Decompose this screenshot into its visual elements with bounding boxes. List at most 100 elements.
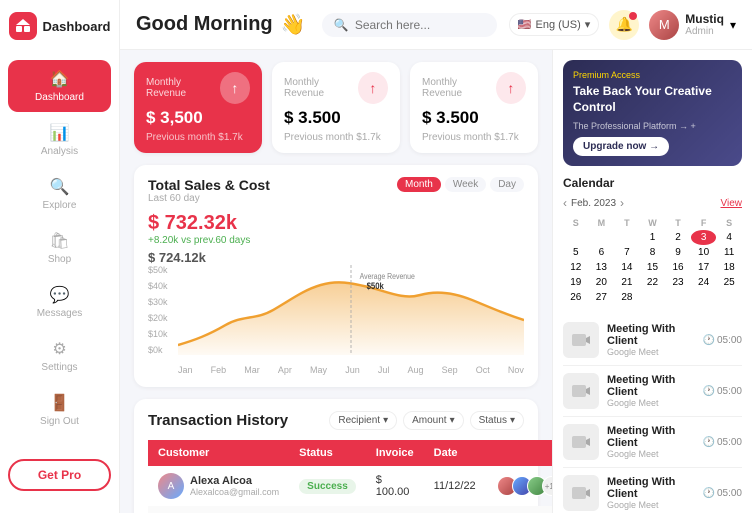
calendar-day[interactable]: 17: [691, 260, 717, 275]
x-label-feb: Feb: [211, 365, 227, 375]
calendar-day[interactable]: 4: [716, 230, 742, 245]
calendar-day[interactable]: 15: [640, 260, 666, 275]
meeting-time: 🕐 05:00: [703, 488, 742, 499]
header-actions: 🇺🇸 Eng (US) ▾ 🔔 M Mustiq Admin ▾: [509, 10, 736, 40]
notification-button[interactable]: 🔔: [609, 10, 639, 40]
calendar-day[interactable]: 7: [614, 245, 640, 260]
meeting-info: Meeting With Client Google Meet: [607, 425, 695, 459]
cal-prev-button[interactable]: ‹: [563, 196, 567, 210]
calendar-day[interactable]: 2: [665, 230, 691, 245]
calendar-day[interactable]: 6: [589, 245, 615, 260]
calendar-view-link[interactable]: View: [721, 198, 743, 209]
chart-tab-week[interactable]: Week: [445, 177, 486, 192]
customer-cell: A Alexa Alcoa Alexalcoa@gmail.com: [148, 506, 289, 513]
language-button[interactable]: 🇺🇸 Eng (US) ▾: [509, 13, 599, 36]
calendar-day[interactable]: 14: [614, 260, 640, 275]
calendar-day[interactable]: 24: [691, 275, 717, 290]
calendar-day[interactable]: 22: [640, 275, 666, 290]
calendar-day[interactable]: 21: [614, 275, 640, 290]
x-label-oct: Oct: [476, 365, 490, 375]
calendar-day[interactable]: 13: [589, 260, 615, 275]
filter-status[interactable]: Status ▾: [470, 411, 524, 430]
calendar-day[interactable]: 11: [716, 245, 742, 260]
content: Monthly Revenue ↑ $ 3,500 Previous month…: [120, 50, 752, 513]
meeting-item[interactable]: Meeting With Client Google Meet 🕐 05:00: [563, 468, 742, 513]
calendar-month: ‹ Feb. 2023 ›: [563, 196, 624, 210]
calendar-day[interactable]: 3: [691, 230, 717, 245]
meeting-info: Meeting With Client Google Meet: [607, 323, 695, 357]
page-title: Good Morning 👋: [136, 12, 310, 37]
sidebar-item-shop[interactable]: 🛍 Shop: [8, 222, 111, 274]
meeting-title: Meeting With Client: [607, 425, 695, 449]
y-label-3: $20k: [148, 313, 176, 323]
calendar-day[interactable]: 25: [716, 275, 742, 290]
col-invoice: Invoice: [366, 440, 424, 466]
greeting-emoji: 👋: [281, 12, 306, 37]
meeting-info: Meeting With Client Google Meet: [607, 374, 695, 408]
sidebar-item-explore[interactable]: 🔍 Explore: [8, 168, 111, 220]
sidebar-item-analysis[interactable]: 📊 Analysis: [8, 114, 111, 166]
meeting-title: Meeting With Client: [607, 476, 695, 500]
sidebar-item-settings[interactable]: ⚙ Settings: [8, 330, 111, 382]
meetings-section: Meeting With Client Google Meet 🕐 05:00 …: [563, 315, 742, 513]
x-label-apr: Apr: [278, 365, 292, 375]
transaction-section: Transaction History Recipient ▾ Amount ▾…: [134, 399, 538, 513]
meeting-item[interactable]: Meeting With Client Google Meet 🕐 05:00: [563, 417, 742, 468]
meeting-title: Meeting With Client: [607, 323, 695, 347]
filter-recipient[interactable]: Recipient ▾: [329, 411, 397, 430]
col-avatars: [487, 440, 553, 466]
cal-day-s1: S: [563, 216, 589, 230]
premium-banner: Premium Access Take Back Your Creative C…: [563, 60, 742, 166]
calendar-day[interactable]: 1: [640, 230, 666, 245]
user-menu[interactable]: M Mustiq Admin ▾: [649, 10, 736, 40]
customer-name: Alexa Alcoa: [190, 475, 279, 487]
chart-svg: Average Revenue $50k: [178, 265, 524, 355]
x-label-may: May: [310, 365, 327, 375]
search-input[interactable]: [355, 18, 485, 32]
calendar-day[interactable]: 9: [665, 245, 691, 260]
calendar-day[interactable]: 26: [563, 290, 589, 305]
sidebar-nav: 🏠 Dashboard 📊 Analysis 🔍 Explore 🛍 Shop …: [0, 58, 119, 459]
meeting-info: Meeting With Client Google Meet: [607, 476, 695, 510]
filter-recipient-chevron-icon: ▾: [383, 415, 388, 426]
calendar-day[interactable]: 8: [640, 245, 666, 260]
user-menu-chevron-icon: ▾: [730, 18, 736, 32]
chart-tab-month[interactable]: Month: [397, 177, 441, 192]
calendar-week-row: 1234: [563, 230, 742, 245]
meeting-item[interactable]: Meeting With Client Google Meet 🕐 05:00: [563, 366, 742, 417]
cal-next-button[interactable]: ›: [620, 196, 624, 210]
calendar-day[interactable]: 28: [614, 290, 640, 305]
customer-email: Alexalcoa@gmail.com: [190, 487, 279, 497]
meeting-item[interactable]: Meeting With Client Google Meet 🕐 05:00: [563, 315, 742, 366]
user-info: Mustiq Admin: [685, 12, 724, 37]
calendar-day[interactable]: 16: [665, 260, 691, 275]
calendar-day[interactable]: 19: [563, 275, 589, 290]
calendar-day[interactable]: 12: [563, 260, 589, 275]
sidebar-item-dashboard[interactable]: 🏠 Dashboard: [8, 60, 111, 112]
calendar-day[interactable]: 20: [589, 275, 615, 290]
header: Good Morning 👋 🔍 🇺🇸 Eng (US) ▾ 🔔 M Musti…: [120, 0, 752, 50]
x-label-jul: Jul: [378, 365, 390, 375]
calendar-day[interactable]: 10: [691, 245, 717, 260]
metric-icon-2: ↑: [496, 72, 526, 104]
get-pro-button[interactable]: Get Pro: [8, 459, 111, 491]
sidebar-item-signout[interactable]: 🚪 Sign Out: [8, 384, 111, 436]
search-bar[interactable]: 🔍: [322, 13, 497, 37]
calendar-day: [665, 290, 691, 305]
upgrade-button[interactable]: Upgrade now →: [573, 137, 669, 156]
filter-amount[interactable]: Amount ▾: [403, 411, 464, 430]
customer-avatar: A: [158, 473, 184, 499]
chart-big-value: $ 732.32k: [148, 212, 250, 235]
calendar-day[interactable]: 18: [716, 260, 742, 275]
filter-recipient-label: Recipient: [338, 415, 380, 426]
metric-icon-0: ↑: [220, 72, 250, 104]
calendar-day[interactable]: 27: [589, 290, 615, 305]
filter-status-label: Status: [479, 415, 507, 426]
sidebar-item-messages[interactable]: 💬 Messages: [8, 276, 111, 328]
chart-growth: +8.20k vs prev.60 days: [148, 235, 250, 246]
meeting-time: 🕐 05:00: [703, 437, 742, 448]
chart-tab-day[interactable]: Day: [490, 177, 524, 192]
calendar-day[interactable]: 5: [563, 245, 589, 260]
calendar-day[interactable]: 23: [665, 275, 691, 290]
calendar-body: 1234567891011121314151617181920212223242…: [563, 230, 742, 305]
